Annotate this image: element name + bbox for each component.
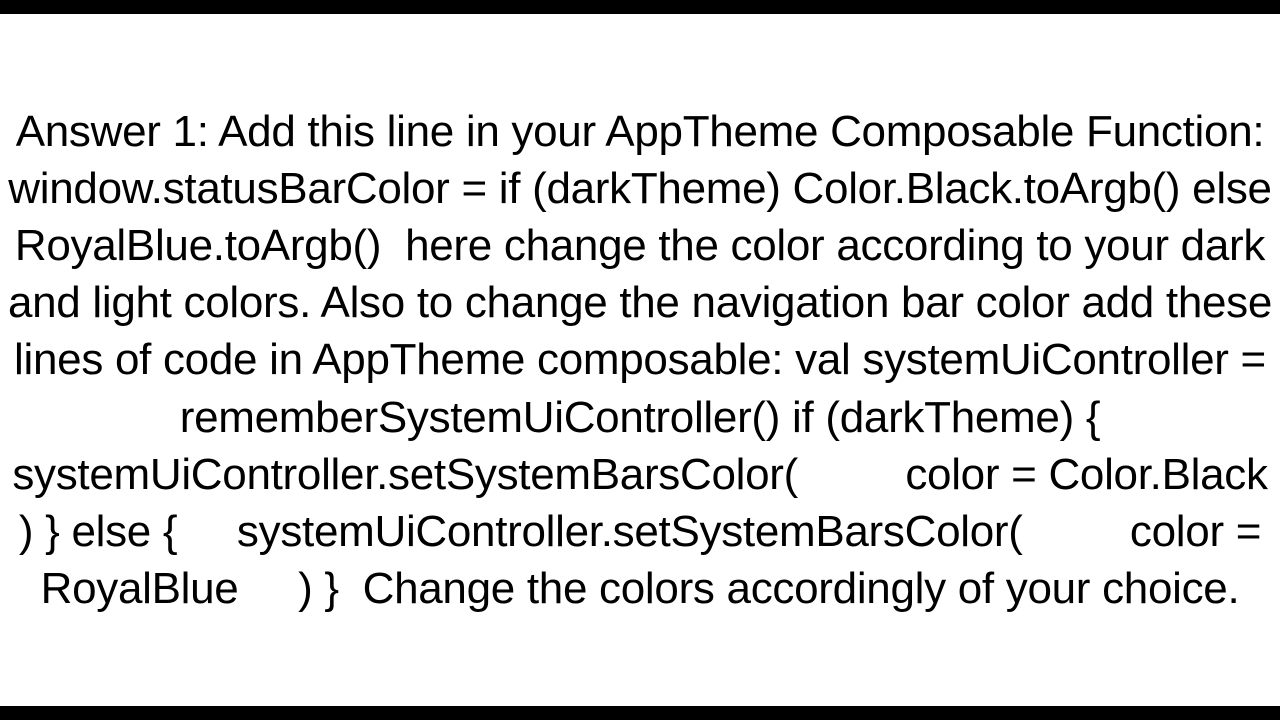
content-area: Answer 1: Add this line in your AppTheme… [0,14,1280,706]
answer-text: Answer 1: Add this line in your AppTheme… [0,103,1280,618]
